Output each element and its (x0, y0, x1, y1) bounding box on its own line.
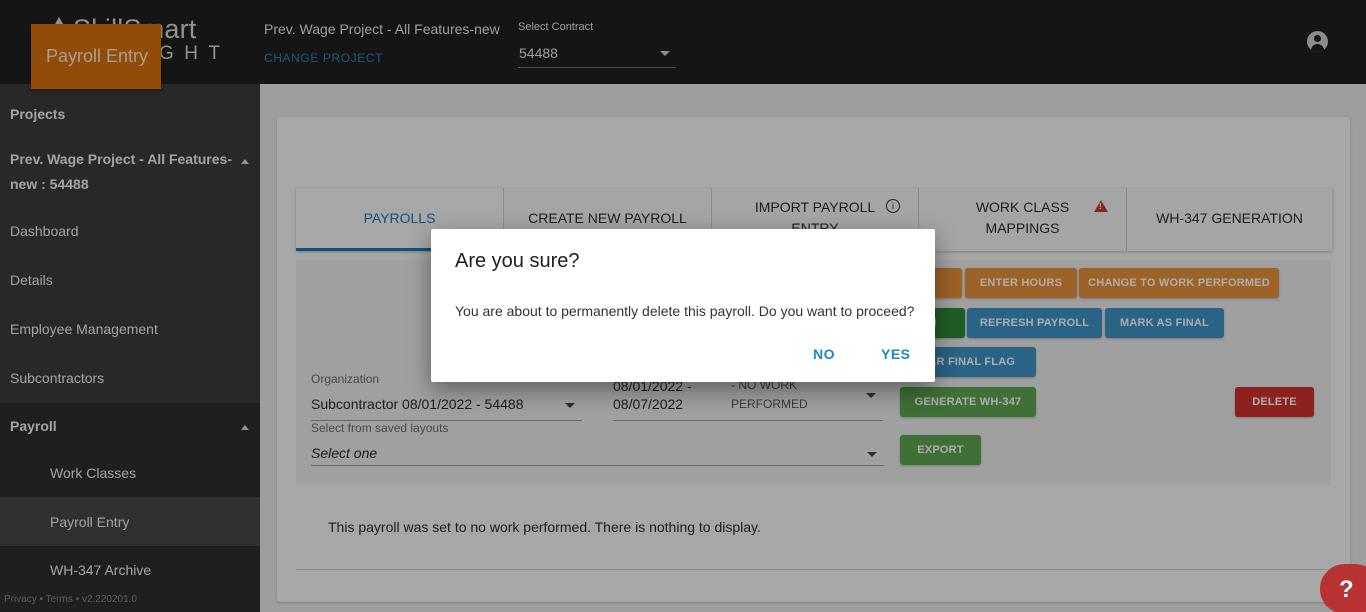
help-button[interactable]: ? (1320, 564, 1366, 612)
dialog-title: Are you sure? (455, 250, 580, 272)
yes-button[interactable]: YES (881, 346, 911, 362)
no-button[interactable]: NO (813, 346, 835, 362)
confirm-delete-dialog: Are you sure? You are about to permanent… (431, 229, 935, 382)
dialog-message: You are about to permanently delete this… (455, 303, 915, 319)
